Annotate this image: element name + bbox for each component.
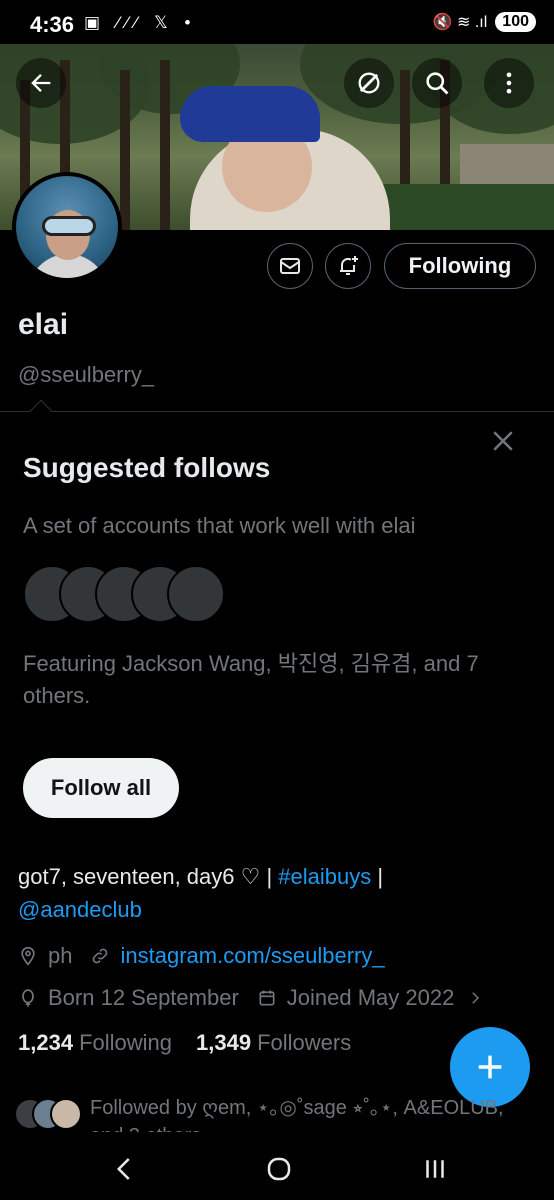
- close-icon[interactable]: [488, 426, 518, 456]
- profile-avatar[interactable]: [12, 172, 122, 282]
- followed-by[interactable]: Followed by ღem, ⋆｡◎˚sage ⭒˚｡⋆, A&EOLUB,…: [14, 1094, 544, 1132]
- calendar-icon: [259, 990, 275, 1006]
- system-nav-bar: [0, 1136, 554, 1200]
- nav-back-icon[interactable]: [110, 1154, 140, 1184]
- battery-indicator: 100: [495, 12, 536, 32]
- suggested-follows-subtitle: A set of accounts that work well with el…: [23, 513, 416, 538]
- more-button[interactable]: [484, 58, 534, 108]
- status-right: 🔇 ≋ .ıl 100: [433, 12, 536, 32]
- status-time: 4:36: [30, 12, 75, 37]
- divider: [0, 411, 554, 412]
- notification-icons: ▣ ⁄⁄⁄ 𝕏 •: [84, 13, 197, 32]
- nav-recents-icon[interactable]: [420, 1154, 450, 1184]
- bio-separator: |: [371, 864, 384, 889]
- following-count[interactable]: 1,234 Following: [18, 1030, 172, 1056]
- mention-link[interactable]: @aandeclub: [18, 897, 142, 922]
- arrow-left-icon: [31, 74, 51, 92]
- meta-row-dates: Born 12 September Joined May 2022: [18, 985, 494, 1011]
- profile-bio: got7, seventeen, day6 ♡ | #elaibuys | @a…: [18, 860, 538, 926]
- avatar: [167, 565, 225, 623]
- followers-count[interactable]: 1,349 Followers: [196, 1030, 351, 1056]
- bell-plus-icon: [340, 256, 358, 275]
- system-icons: 🔇 ≋ .ıl: [432, 14, 488, 31]
- status-bar: 4:36 ▣ ⁄⁄⁄ 𝕏 • 🔇 ≋ .ıl 100: [0, 0, 554, 44]
- display-name: elai: [18, 308, 69, 341]
- avatar: [50, 1098, 82, 1130]
- joined-text: Joined May 2022: [286, 985, 455, 1010]
- envelope-icon: [280, 258, 300, 274]
- follow-counts: 1,234 Following 1,349 Followers: [18, 1030, 351, 1056]
- location-text: ph: [48, 943, 73, 968]
- followers-label: Followers: [257, 1030, 352, 1055]
- location-pin-icon: [21, 946, 35, 966]
- bio-text: got7, seventeen, day6 ♡ |: [18, 864, 279, 889]
- followed-by-text: Followed by ღem, ⋆｡◎˚sage ⭒˚｡⋆, A&EOLUB,…: [90, 1097, 504, 1132]
- balloon-icon: [22, 989, 34, 1007]
- search-icon: [426, 72, 449, 95]
- back-button[interactable]: [16, 58, 66, 108]
- notifications-button[interactable]: [325, 243, 371, 289]
- nav-home-icon[interactable]: [264, 1154, 294, 1184]
- following-label: Following: [79, 1030, 172, 1055]
- follow-all-button[interactable]: Follow all: [23, 758, 179, 818]
- search-button[interactable]: [412, 58, 462, 108]
- pointer-notch: [29, 399, 53, 423]
- slash-circle-icon: [358, 72, 380, 94]
- hashtag-link[interactable]: #elaibuys: [278, 864, 371, 889]
- following-button[interactable]: Following: [384, 243, 536, 289]
- following-number: 1,234: [18, 1030, 74, 1055]
- website-link[interactable]: instagram.com/sseulberry_: [120, 943, 384, 969]
- meta-row-location: ph instagram.com/sseulberry_: [18, 943, 403, 969]
- suggested-follows-title: Suggested follows: [23, 452, 271, 483]
- chevron-right-icon[interactable]: [466, 989, 484, 1007]
- birthday-text: Born 12 September: [48, 985, 239, 1010]
- message-button[interactable]: [267, 243, 313, 289]
- more-vertical-icon: [506, 72, 512, 94]
- featuring-text: Featuring Jackson Wang, 박진영, 김유겸, and 7 …: [23, 651, 479, 708]
- suggested-avatars: [23, 565, 233, 623]
- grok-button[interactable]: [344, 58, 394, 108]
- user-handle: @sseulberry_: [18, 362, 155, 387]
- plus-icon: [478, 1055, 502, 1079]
- followers-number: 1,349: [196, 1030, 252, 1055]
- link-icon: [93, 948, 108, 964]
